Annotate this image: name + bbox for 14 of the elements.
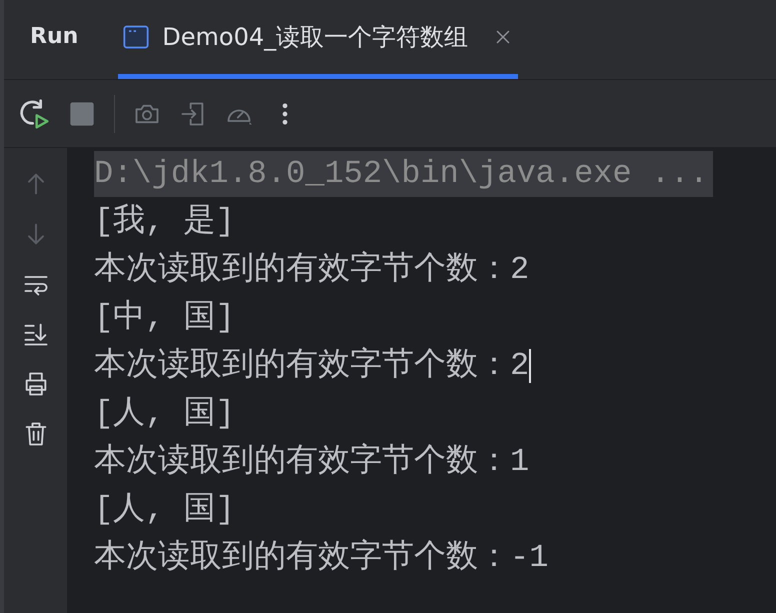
- console-output-line: [人, 国]: [94, 490, 235, 530]
- console-output-line: [人, 国]: [94, 394, 235, 434]
- console-output-line: [我, 是]: [94, 202, 235, 242]
- console-output-line: 本次读取到的有效字节个数：2: [94, 250, 530, 290]
- panel-title: Run: [30, 23, 78, 51]
- console-icon: [122, 23, 150, 51]
- console-output-line: [中, 国]: [94, 298, 235, 338]
- console-output-line: 本次读取到的有效字节个数：1: [94, 442, 530, 482]
- console-output-line: 本次读取到的有效字节个数：-1: [94, 538, 548, 578]
- console-output-line: 本次读取到的有效字节个数：2: [94, 346, 530, 386]
- run-tab[interactable]: Demo04_读取一个字符数组: [118, 0, 518, 79]
- tab-label: Demo04_读取一个字符数组: [162, 22, 468, 53]
- rerun-icon[interactable]: [18, 98, 50, 130]
- stop-icon[interactable]: [68, 100, 96, 128]
